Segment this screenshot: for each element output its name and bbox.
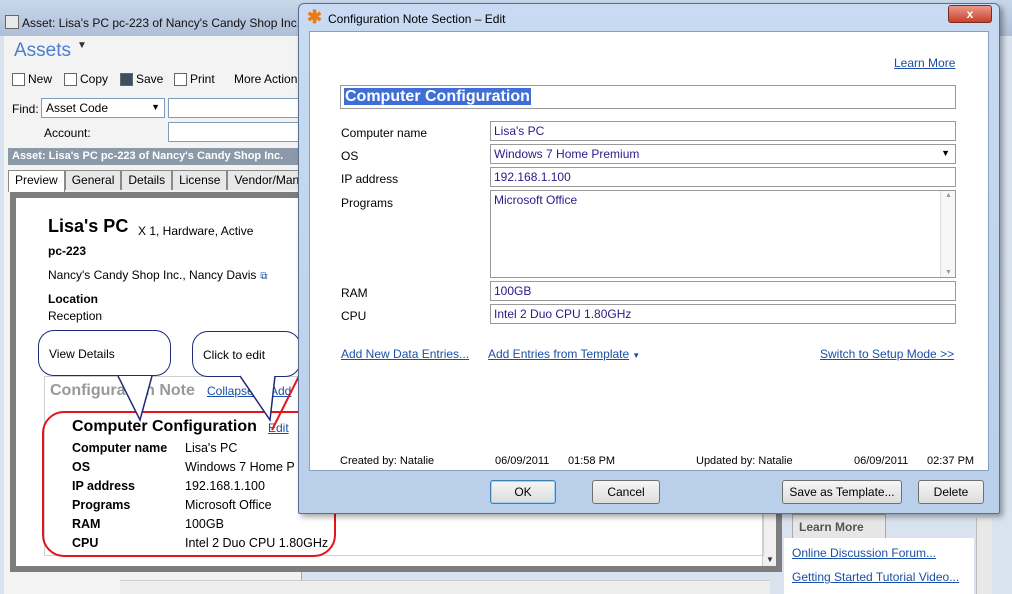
find-field-select[interactable]: Asset Code ▼ — [41, 98, 165, 118]
new-label: New — [28, 72, 52, 86]
learn-more-tab[interactable]: Learn More — [792, 514, 886, 538]
toolbar: New Copy Save Print More Action — [8, 68, 302, 92]
add-new-data-entries-link[interactable]: Add New Data Entries... — [341, 347, 469, 361]
tab-vendor[interactable]: Vendor/Man — [227, 170, 306, 190]
external-link-icon[interactable]: ⧉ — [260, 271, 267, 282]
updated-time: 02:37 PM — [927, 455, 974, 467]
asset-meta: X 1, Hardware, Active — [138, 224, 253, 238]
cpu-label: CPU — [341, 309, 366, 323]
dialog-body: Learn More Computer Configuration Comput… — [309, 31, 989, 471]
programs-scrollbar[interactable]: ▲ ▼ — [940, 191, 955, 277]
tutorial-link[interactable]: Getting Started Tutorial Video... — [792, 570, 959, 584]
collapse-link[interactable]: Collapse — [207, 384, 254, 398]
annotation-highlight-oval — [42, 411, 336, 557]
add-template-label: Add Entries from Template — [488, 347, 629, 361]
module-label: Assets — [14, 40, 71, 61]
created-date: 06/09/2011 — [495, 455, 549, 467]
print-label: Print — [190, 72, 215, 86]
asset-owner: Nancy's Candy Shop Inc., Nancy Davis ⧉ — [48, 268, 268, 282]
background-window-title: Asset: Lisa's PC pc-223 of Nancy's Candy… — [22, 16, 300, 30]
updated-by: Updated by: Natalie — [696, 455, 793, 467]
scroll-up-icon: ▲ — [945, 192, 952, 199]
copy-icon — [64, 73, 77, 86]
programs-textarea[interactable]: Microsoft Office ▲ ▼ — [490, 190, 956, 278]
programs-label: Programs — [341, 196, 393, 210]
forum-link[interactable]: Online Discussion Forum... — [792, 546, 936, 560]
tab-license[interactable]: License — [172, 170, 227, 190]
module-selector[interactable]: Assets ▼ — [14, 40, 87, 62]
os-label: OS — [341, 149, 358, 163]
asset-name: Lisa's PC — [48, 216, 128, 237]
find-field-value: Asset Code — [46, 101, 108, 115]
bottom-strip — [120, 580, 770, 594]
tab-preview[interactable]: Preview — [8, 170, 65, 192]
location-value: Reception — [48, 309, 102, 323]
chevron-down-icon: ▼ — [77, 40, 87, 51]
find-label: Find: — [12, 102, 39, 116]
section-title-selected-text: Computer Configuration — [344, 88, 531, 105]
updated-date: 06/09/2011 — [854, 455, 908, 467]
save-button[interactable]: Save — [120, 72, 163, 86]
copy-label: Copy — [80, 72, 108, 86]
ram-input[interactable]: 100GB — [490, 281, 956, 301]
account-label: Account: — [44, 126, 91, 140]
asset-owner-text: Nancy's Candy Shop Inc., Nancy Davis — [48, 268, 256, 282]
configuration-note-title: Configuration Note — [50, 382, 195, 400]
cpu-input[interactable]: Intel 2 Duo CPU 1.80GHz — [490, 304, 956, 324]
ram-label: RAM — [341, 286, 368, 300]
callout-click-to-edit: Click to edit — [192, 331, 301, 377]
programs-value: Microsoft Office — [494, 193, 577, 207]
save-as-template-button[interactable]: Save as Template... — [782, 480, 902, 504]
dialog-title: Configuration Note Section – Edit — [328, 12, 505, 26]
dropdown-arrow-icon: ▼ — [151, 102, 160, 112]
scroll-down-icon: ▼ — [766, 555, 774, 564]
asset-tabs: Preview General Details License Vendor/M… — [8, 170, 302, 192]
ip-address-label: IP address — [341, 172, 398, 186]
tab-general[interactable]: General — [65, 170, 122, 190]
learn-more-link[interactable]: Learn More — [894, 56, 955, 70]
computer-name-label: Computer name — [341, 126, 427, 140]
scroll-down-icon: ▼ — [945, 269, 952, 276]
save-label: Save — [136, 72, 163, 86]
asset-header-bar: Asset: Lisa's PC pc-223 of Nancy's Candy… — [8, 148, 302, 165]
new-document-icon — [12, 73, 25, 86]
dropdown-arrow-icon: ▼ — [941, 148, 950, 158]
asset-code: pc-223 — [48, 244, 86, 258]
ip-address-input[interactable]: 192.168.1.100 — [490, 167, 956, 187]
switch-to-setup-mode-link[interactable]: Switch to Setup Mode >> — [820, 347, 954, 361]
floppy-disk-icon — [120, 73, 133, 86]
os-select[interactable]: Windows 7 Home Premium ▼ — [490, 144, 956, 164]
chevron-down-icon: ▼ — [632, 351, 640, 360]
add-entries-from-template-link[interactable]: Add Entries from Template▼ — [488, 347, 640, 361]
ok-button[interactable]: OK — [490, 480, 556, 504]
more-actions-button[interactable]: More Action — [234, 72, 297, 86]
account-input[interactable] — [168, 122, 302, 142]
created-time: 01:58 PM — [568, 455, 615, 467]
add-link[interactable]: Add — [270, 384, 291, 398]
computer-name-input[interactable]: Lisa's PC — [490, 121, 956, 141]
created-by: Created by: Natalie — [340, 455, 434, 467]
dialog-footer: OK Cancel Save as Template... Delete — [309, 473, 989, 509]
more-actions-label: More Action — [234, 72, 297, 86]
edit-dialog: ✱ Configuration Note Section – Edit x Le… — [298, 3, 1000, 514]
close-icon: x — [967, 7, 974, 21]
printer-icon — [174, 73, 187, 86]
location-label: Location — [48, 292, 98, 306]
tab-details[interactable]: Details — [121, 170, 172, 190]
right-panel-scrollbar[interactable] — [976, 518, 992, 594]
asterisk-icon: ✱ — [307, 8, 322, 26]
cancel-button[interactable]: Cancel — [592, 480, 660, 504]
section-title-input[interactable]: Computer Configuration — [340, 85, 956, 109]
os-value: Windows 7 Home Premium — [494, 147, 639, 161]
print-button[interactable]: Print — [174, 72, 215, 86]
find-input[interactable] — [168, 98, 302, 118]
copy-button[interactable]: Copy — [64, 72, 108, 86]
new-button[interactable]: New — [12, 72, 52, 86]
app-icon — [5, 15, 19, 29]
close-button[interactable]: x — [948, 5, 992, 23]
delete-button[interactable]: Delete — [918, 480, 984, 504]
callout-view-details: View Details — [38, 330, 171, 376]
